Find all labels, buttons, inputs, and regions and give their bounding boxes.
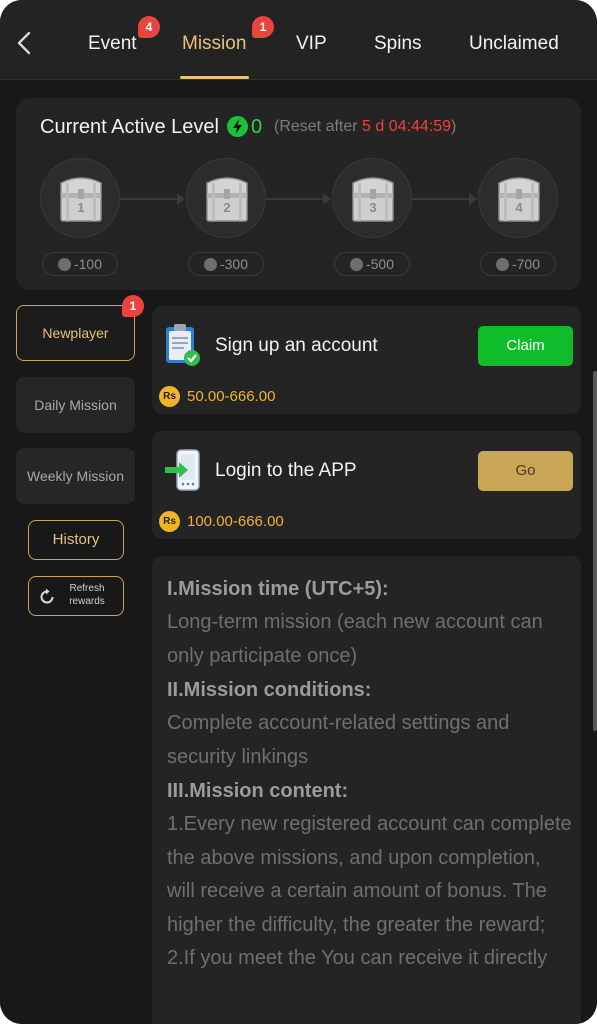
mission-reward: 100.00-666.00 — [187, 513, 284, 530]
arrow-right-icon — [469, 193, 477, 205]
refresh-label-line1: Refresh — [69, 583, 105, 594]
rules-heading: II.Mission conditions: — [167, 679, 372, 701]
sidebar-item-weekly-mission[interactable]: Weekly Mission — [16, 448, 135, 504]
arrow-right-icon — [323, 193, 331, 205]
treasure-chest-2[interactable]: 2 — [186, 158, 266, 238]
chevron-left-icon[interactable] — [16, 30, 36, 58]
chest-number: 4 — [515, 200, 523, 215]
rupee-coin-icon: Rs — [159, 511, 180, 532]
progress-connector — [412, 198, 472, 200]
treasure-chest-4[interactable]: 4 — [478, 158, 558, 238]
scrollbar[interactable] — [593, 371, 597, 731]
tab-unclaimed[interactable]: Unclaimed — [469, 31, 559, 57]
mission-reward: 50.00-666.00 — [187, 388, 276, 405]
top-tab-bar: Event 4 Mission 1 VIP Spins Unclaimed — [0, 0, 597, 80]
tab-event[interactable]: Event — [88, 31, 137, 57]
treasure-chest-3[interactable]: 3 — [332, 158, 412, 238]
active-level-card: Current Active Level 0 (Reset after 5 d … — [16, 98, 581, 290]
treasure-chest-icon — [206, 177, 248, 222]
mission-card-signup: Sign up an account Claim Rs 50.00-666.00 — [152, 306, 581, 414]
refresh-label-line2: rewards — [69, 596, 105, 607]
sidebar-item-daily-mission[interactable]: Daily Mission — [16, 377, 135, 433]
energy-bolt-icon — [349, 258, 363, 271]
chest-number: 3 — [369, 200, 377, 215]
mission-rules-panel: I.Mission time (UTC+5): Long-term missio… — [152, 556, 581, 1024]
energy-bolt-icon — [57, 258, 71, 271]
rules-text: Long-term mission (each new account can … — [167, 611, 543, 667]
treasure-chest-icon — [498, 177, 540, 222]
rupee-coin-icon: Rs — [159, 386, 180, 407]
treasure-chest-1[interactable]: 1 — [40, 158, 120, 238]
rules-heading: I.Mission time (UTC+5): — [167, 578, 389, 600]
claim-button[interactable]: Claim — [478, 326, 573, 366]
refresh-icon — [40, 588, 54, 604]
mission-title: Sign up an account — [215, 335, 378, 356]
refresh-rewards-button[interactable]: Refresh rewards — [28, 576, 124, 616]
progress-connector — [266, 198, 326, 200]
mission-card-login: Login to the APP Go Rs 100.00-666.00 — [152, 431, 581, 539]
rules-heading: III.Mission content: — [167, 780, 349, 802]
progress-connector — [120, 198, 180, 200]
mission-title: Login to the APP — [215, 460, 357, 481]
history-button[interactable]: History — [28, 520, 124, 560]
energy-bolt-icon — [203, 258, 217, 271]
chest-points-pill: -500 — [334, 252, 410, 276]
arrow-right-icon — [177, 193, 185, 205]
chest-points-pill: -300 — [188, 252, 264, 276]
chest-number: 1 — [77, 200, 85, 215]
tab-spins[interactable]: Spins — [374, 31, 422, 57]
treasure-chest-icon — [60, 177, 102, 222]
reset-countdown: (Reset after 5 d 04:44:59) — [274, 118, 457, 135]
rules-text: 2.If you meet the You can receive it dir… — [167, 947, 548, 969]
chest-points-pill: -700 — [480, 252, 556, 276]
energy-bolt-icon — [495, 258, 509, 271]
level-value: 0 — [251, 116, 263, 138]
tab-event-badge: 4 — [138, 16, 160, 38]
newplayer-badge: 1 — [122, 295, 144, 317]
treasure-chest-icon — [352, 177, 394, 222]
phone-login-icon — [165, 449, 200, 491]
chest-points-pill: -100 — [42, 252, 118, 276]
level-title: Current Active Level — [40, 116, 219, 138]
tab-vip[interactable]: VIP — [296, 31, 327, 57]
main-content: Current Active Level 0 (Reset after 5 d … — [0, 81, 597, 1024]
active-tab-indicator — [180, 76, 249, 79]
tab-mission[interactable]: Mission — [182, 31, 246, 57]
sidebar-item-newplayer[interactable]: Newplayer — [16, 305, 135, 361]
rules-text: 1.Every new registered account can compl… — [167, 813, 572, 936]
tab-mission-badge: 1 — [252, 16, 274, 38]
clipboard-check-icon — [166, 324, 200, 366]
go-button[interactable]: Go — [478, 451, 573, 491]
rules-text: Complete account-related settings and se… — [167, 712, 510, 768]
chest-number: 2 — [223, 200, 231, 215]
app-screen: Event 4 Mission 1 VIP Spins Unclaimed Cu… — [0, 0, 597, 1024]
energy-bolt-icon — [227, 116, 248, 137]
